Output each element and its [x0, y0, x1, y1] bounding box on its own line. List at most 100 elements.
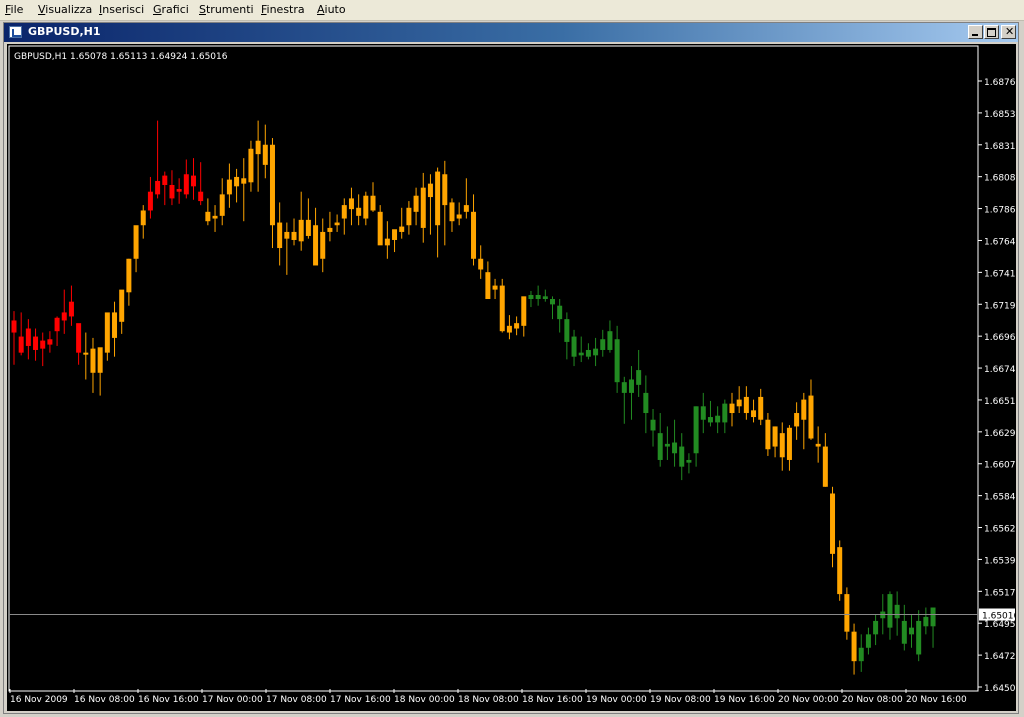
candle-body [851, 631, 857, 662]
x-tick-label: 19 Nov 00:00 [586, 695, 647, 705]
candle-body [930, 607, 936, 627]
candle-body [61, 312, 67, 321]
candle-body [607, 331, 613, 350]
candle-body [40, 340, 46, 349]
candle-body [284, 231, 290, 239]
candle-body [571, 336, 577, 357]
candle-body [356, 207, 362, 216]
candle-body [463, 205, 469, 212]
candle-body [822, 446, 828, 487]
candle-body [865, 634, 871, 648]
candle-body [751, 410, 757, 418]
candle-body [133, 225, 139, 259]
candle-body [449, 202, 455, 222]
menu-file[interactable]: File [5, 3, 23, 16]
minimize-button[interactable] [968, 25, 983, 39]
candle-body [11, 320, 17, 333]
chart-window-icon[interactable] [9, 26, 22, 38]
candle-body [830, 493, 836, 554]
chart-window-titlebar[interactable]: GBPUSD,H1 ✕ [4, 23, 1018, 42]
candle-body [736, 399, 742, 407]
y-tick-label: 1.68085 [984, 174, 1016, 184]
candle-body [909, 627, 914, 635]
candle-body [191, 175, 196, 187]
candle-body [514, 323, 520, 329]
candle-body [801, 399, 807, 420]
x-tick-label: 16 Nov 16:00 [138, 695, 199, 705]
y-tick-label: 1.65170 [984, 588, 1016, 598]
candle-body [693, 406, 699, 454]
candle-body [420, 187, 426, 228]
candle-body [169, 184, 175, 199]
chart-area[interactable]: 1.68760 1.68535 1.68310 1.68085 1.67860 1.676… [7, 44, 1021, 711]
candle-body [664, 443, 670, 447]
x-tick-label: 16 Nov 2009 [10, 695, 68, 705]
candle-body [54, 317, 60, 332]
candle-body [68, 301, 74, 317]
candle-body [715, 415, 721, 423]
candle-body [499, 285, 505, 332]
chart-window-title: GBPUSD,H1 [28, 25, 101, 38]
candle-body [636, 370, 642, 385]
candle-body [320, 231, 326, 259]
candle-body [334, 222, 340, 226]
x-tick-label: 16 Nov 08:00 [74, 695, 135, 705]
candle-body [399, 226, 405, 232]
symbol-info-line: GBPUSD,H1 1.65078 1.65113 1.64924 1.6501… [14, 52, 228, 62]
menu-inserisci[interactable]: Inserisci [99, 3, 144, 16]
candle-body [765, 419, 771, 450]
x-tick-label: 17 Nov 16:00 [330, 695, 391, 705]
y-tick-label: 1.64950 [984, 620, 1016, 630]
candle-body [837, 547, 843, 595]
maximize-button[interactable] [984, 25, 999, 39]
candle-body [313, 225, 319, 266]
x-tick-label: 20 Nov 08:00 [842, 695, 903, 705]
candle-body [815, 443, 821, 447]
candle-body [413, 195, 419, 212]
candle-body [212, 215, 218, 219]
menu-aiuto[interactable]: Aiuto [317, 3, 346, 16]
candle-body [341, 205, 347, 219]
candle-body [686, 459, 692, 463]
candle-body [643, 392, 649, 414]
menu-grafici[interactable]: Grafici [153, 3, 189, 16]
candle-body [406, 207, 412, 226]
candle-body [485, 272, 491, 300]
candle-body [112, 312, 118, 338]
candle-body [628, 379, 634, 393]
close-button[interactable]: ✕ [1001, 25, 1016, 39]
candle-body [76, 323, 82, 353]
current-price-label: 1.65016 [982, 612, 1016, 622]
candle-body [442, 174, 448, 206]
candle-body [758, 396, 764, 420]
y-tick-label: 1.68310 [984, 142, 1016, 152]
candle-body [492, 285, 498, 290]
menu-visualizza[interactable]: Visualizza [38, 3, 92, 16]
candle-body [97, 347, 103, 373]
x-tick-label: 17 Nov 00:00 [202, 695, 263, 705]
candle-body [305, 219, 311, 236]
menu-finestra[interactable]: Finestra [261, 3, 305, 16]
candle-body [506, 325, 512, 333]
candle-body [262, 144, 268, 165]
minimize-icon [972, 34, 978, 36]
menu-strumenti[interactable]: Strumenti [199, 3, 254, 16]
candle-body [83, 352, 89, 355]
candle-body [183, 174, 189, 195]
candle-body [535, 294, 541, 300]
x-tick-label: 19 Nov 08:00 [650, 695, 711, 705]
menu-bar: File Visualizza Inserisci Grafici Strumenti F… [0, 0, 1024, 21]
plot-border [8, 45, 979, 692]
candle-body [657, 433, 663, 460]
candle-body [593, 348, 599, 356]
candle-body [269, 144, 275, 226]
candle-body [90, 348, 96, 373]
candle-body [743, 396, 749, 414]
candle-body [377, 211, 383, 246]
close-icon: ✕ [1005, 25, 1015, 38]
y-tick-label: 1.67640 [984, 237, 1016, 247]
candlestick-chart[interactable]: 1.68760 1.68535 1.68310 1.68085 1.67860 1.676… [7, 44, 1021, 711]
candle-body [564, 319, 570, 342]
x-tick-label: 18 Nov 00:00 [394, 695, 455, 705]
candle-body [119, 289, 125, 322]
